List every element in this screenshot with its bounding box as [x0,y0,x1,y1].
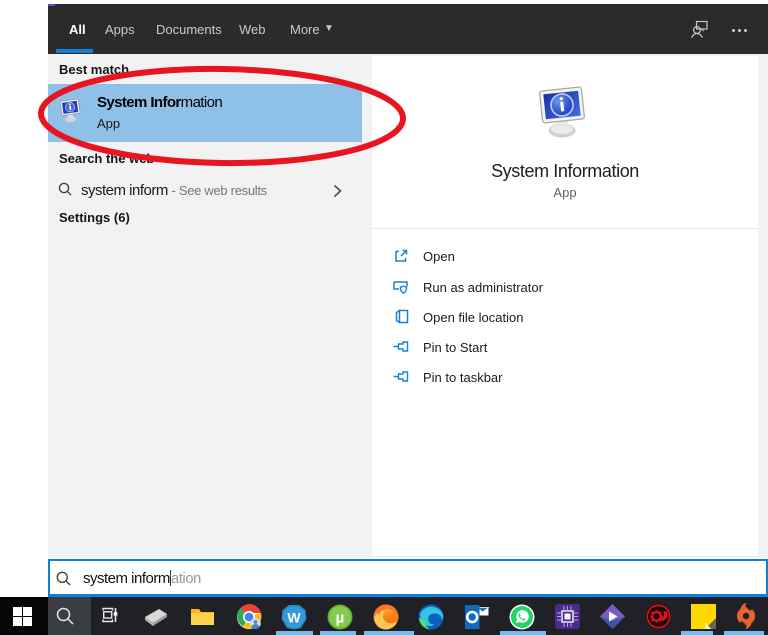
svg-text:W: W [287,609,301,625]
svg-text:µ: µ [336,610,345,627]
